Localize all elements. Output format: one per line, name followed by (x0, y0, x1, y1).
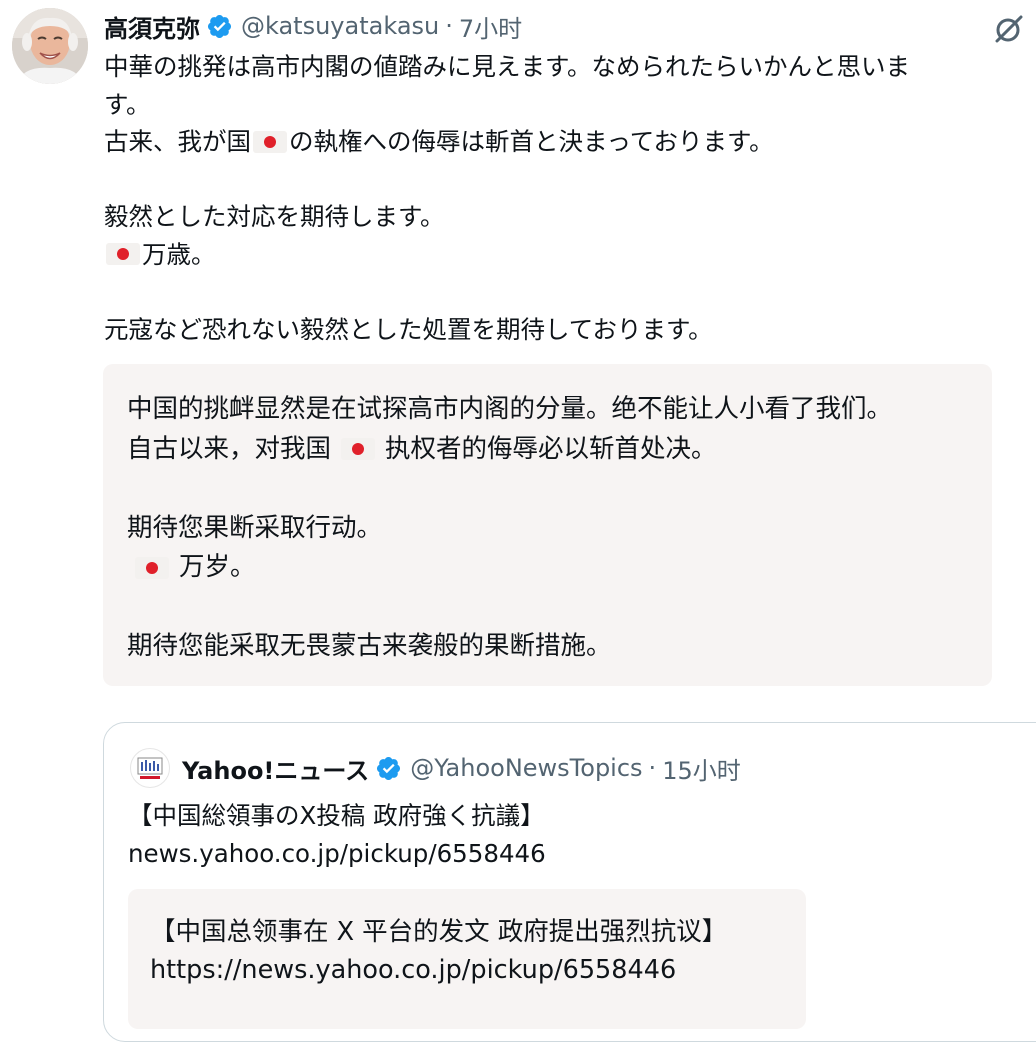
japan-flag-icon (253, 130, 287, 153)
tweet-line: 古来、我が国 の執権への侮辱は斬首と決まっております。 (104, 123, 1034, 161)
tweet: 高須克弥 @katsuyatakasu · 7小时 中華の挑発は高市内閣の値踏み… (0, 0, 1036, 1042)
tweet-line: す。 (104, 89, 151, 119)
tweet-text-segment: 古来、我が国 (104, 127, 251, 156)
translation-text-segment: 万岁。 (179, 552, 256, 582)
translation-line: 中国的挑衅显然是在试探高市内阁的分量。绝不能让人小看了我们。 (127, 394, 893, 424)
verified-badge-icon[interactable] (375, 755, 402, 782)
tweet-line: 毅然とした対応を期待します。 (104, 202, 445, 231)
author-handle[interactable]: @katsuyatakasu (241, 12, 439, 40)
author-name[interactable]: 高須克弥 (104, 9, 200, 44)
tweet-body: 中華の挑発は高市内閣の値踏みに見えます。なめられたらいかんと思いま す。 古来、… (104, 48, 1034, 348)
quoted-post-timestamp[interactable]: 15小时 (662, 751, 741, 786)
translate-icon[interactable] (990, 12, 1026, 46)
quoted-translation-body: 【中国总领事在 X 平台的发文 政府提出强烈抗议】 https://news.y… (150, 913, 727, 989)
post-header: 高須克弥 @katsuyatakasu · 7小时 (104, 6, 522, 46)
quoted-translation-line: 【中国总领事在 X 平台的发文 政府提出强烈抗议】 (150, 917, 728, 947)
tweet-line: 万歳。 (104, 236, 1034, 274)
tweet-text-segment: 万歳。 (142, 239, 216, 269)
separator-dot: · (445, 12, 453, 40)
verified-badge-icon[interactable] (206, 13, 233, 40)
translation-text-segment: 自古以来，对我国 (127, 433, 332, 464)
japan-flag-icon (135, 556, 169, 579)
quoted-translation-box: 【中国总领事在 X 平台的发文 政府提出强烈抗议】 https://news.y… (128, 889, 806, 1029)
tweet-line: 元寇など恐れない毅然とした処置を期待しております。 (104, 314, 713, 344)
quoted-author-handle[interactable]: @YahooNewsTopics (410, 754, 642, 782)
quoted-post-line: 【中国総領事のX投稿 政府強く抗議】 (128, 801, 545, 830)
translation-line: 期待您能采取无畏蒙古来袭般的果断措施。 (127, 631, 612, 661)
quoted-post-body: 【中国総領事のX投稿 政府強く抗議】 news.yahoo.co.jp/pick… (128, 797, 546, 873)
post-timestamp[interactable]: 7小时 (459, 9, 522, 44)
author-avatar[interactable] (12, 8, 88, 84)
quoted-post-header: Yahoo!ニュース @YahooNewsTopics · 15小时 (130, 747, 741, 789)
translation-line: 万岁。 (127, 548, 892, 588)
japan-flag-icon (341, 438, 376, 461)
quoted-author-name[interactable]: Yahoo!ニュース (182, 751, 369, 786)
translation-text-segment: 执权者的侮辱必以斩首处决。 (385, 433, 717, 464)
tweet-text-segment: の執権への侮辱は斬首と決まっております。 (289, 127, 774, 156)
quoted-post-card[interactable]: Yahoo!ニュース @YahooNewsTopics · 15小时 【中国総領… (103, 722, 1036, 1042)
translation-line: 期待您果断采取行动。 (127, 512, 383, 543)
translation-line: 自古以来，对我国 执权者的侮辱必以斩首处决。 (127, 430, 892, 470)
japan-flag-icon (106, 243, 140, 266)
translation-body: 中国的挑衅显然是在试探高市内阁的分量。绝不能让人小看了我们。 自古以来，对我国 … (127, 390, 892, 667)
translation-box: 中国的挑衅显然是在试探高市内阁的分量。绝不能让人小看了我们。 自古以来，对我国 … (103, 364, 992, 686)
quoted-post-link[interactable]: news.yahoo.co.jp/pickup/6558446 (128, 835, 546, 873)
quoted-translation-link[interactable]: https://news.yahoo.co.jp/pickup/6558446 (150, 951, 727, 989)
yahoo-news-logo[interactable] (130, 748, 170, 788)
tweet-line: 中華の挑発は高市内閣の値踏みに見えます。なめられたらいかんと思いま (104, 52, 911, 81)
separator-dot: · (648, 754, 657, 782)
